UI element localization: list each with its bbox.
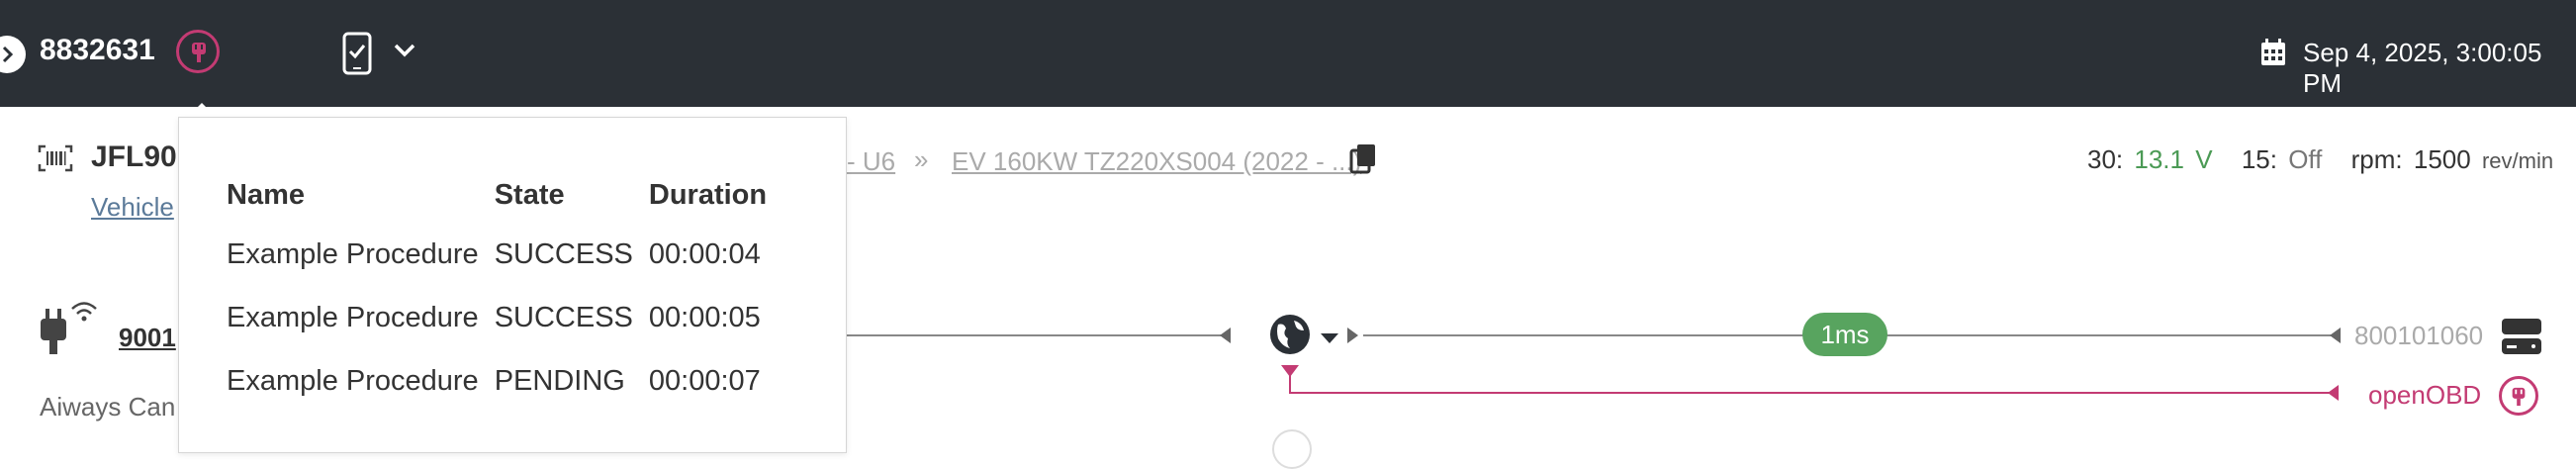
server-id: 800101060	[2354, 321, 2484, 350]
procedure-duration: 00:00:07	[648, 364, 761, 397]
triangle-down-icon	[1281, 365, 1299, 377]
chevron-right-icon	[2, 46, 14, 63]
column-header-state: State	[494, 178, 565, 211]
procedures-popover: Name State Duration Example Procedure SU…	[178, 117, 847, 453]
openobd-connection-line	[1289, 392, 2338, 394]
plug-icon	[2512, 387, 2526, 407]
rpm-label: rpm:	[2350, 144, 2403, 174]
terminal-15-value: Off	[2288, 144, 2323, 174]
procedure-duration: 00:00:04	[648, 237, 761, 270]
procedure-duration: 00:00:05	[648, 301, 761, 333]
barcode-icon	[38, 144, 73, 172]
back-button[interactable]	[0, 36, 26, 73]
procedure-state: PENDING	[494, 364, 625, 397]
latency-badge: 1ms	[1802, 313, 1887, 356]
procedures-table: Name State Duration Example Procedure SU…	[227, 167, 782, 413]
arrow-right-icon	[1347, 328, 1358, 343]
procedure-name: Example Procedure	[227, 237, 479, 270]
plug-icon	[192, 43, 206, 62]
openobd-label: openOBD	[2368, 380, 2482, 410]
breadcrumb-separator: »	[914, 144, 929, 174]
procedure-state: SUCCESS	[494, 237, 633, 270]
table-header-row: Name State Duration	[227, 167, 782, 223]
breadcrumb-model[interactable]: - U6	[847, 146, 895, 177]
terminal-30-label: 30:	[2087, 144, 2124, 174]
table-row[interactable]: Example Procedure SUCCESS 00:00:05	[227, 286, 782, 349]
connector-icon	[41, 309, 66, 354]
chevron-down-icon[interactable]	[394, 44, 415, 57]
vehicle-id: 8832631	[40, 34, 155, 66]
table-row[interactable]: Example Procedure SUCCESS 00:00:04	[227, 223, 782, 286]
procedure-state: SUCCESS	[494, 301, 633, 333]
procedure-name: Example Procedure	[227, 301, 479, 333]
arrow-left-icon	[2328, 385, 2339, 401]
calendar-icon	[2261, 39, 2285, 65]
terminal-30-value: 13.1	[2134, 144, 2184, 174]
vehicle-plate: JFL90	[91, 141, 177, 173]
popover-arrow	[188, 103, 216, 117]
vehicle-readouts: 30: 13.1 V 15: Off rpm: 1500 rev/min	[2087, 144, 2557, 175]
terminal-15-label: 15:	[2241, 144, 2277, 174]
connection-line	[847, 334, 1223, 336]
arrow-left-icon	[1220, 328, 1231, 343]
rpm-unit: rev/min	[2481, 148, 2554, 173]
globe-icon[interactable]	[1268, 313, 1312, 356]
openobd-plug-badge[interactable]	[2499, 376, 2538, 416]
breadcrumb-engine[interactable]: EV 160KW TZ220XS004 (2022 - ...)	[952, 146, 1361, 177]
top-bar: 8832631 Sep 4, 2025, 3:00:05 PM	[0, 0, 2576, 107]
expand-circle-button[interactable]	[1272, 429, 1312, 469]
server-icon	[2502, 319, 2541, 354]
column-header-name: Name	[227, 178, 305, 211]
vehicle-link[interactable]: Vehicle	[91, 192, 174, 223]
provider-text: Aiways Can	[40, 392, 176, 422]
column-header-duration: Duration	[648, 178, 768, 211]
terminal-30-unit: V	[2195, 144, 2213, 174]
procedures-toggle-button[interactable]	[176, 30, 220, 73]
table-row[interactable]: Example Procedure PENDING 00:00:07	[227, 349, 782, 413]
arrow-left-icon	[2330, 328, 2341, 343]
caret-down-icon[interactable]	[1320, 332, 1339, 344]
copy-icon[interactable]	[1349, 142, 1377, 174]
wifi-icon	[71, 302, 97, 322]
current-datetime: Sep 4, 2025, 3:00:05 PM	[2303, 38, 2542, 98]
procedure-name: Example Procedure	[227, 364, 479, 397]
device-code-link[interactable]: 9001	[119, 323, 176, 353]
phone-check-icon[interactable]	[342, 32, 372, 75]
rpm-value: 1500	[2413, 144, 2471, 174]
